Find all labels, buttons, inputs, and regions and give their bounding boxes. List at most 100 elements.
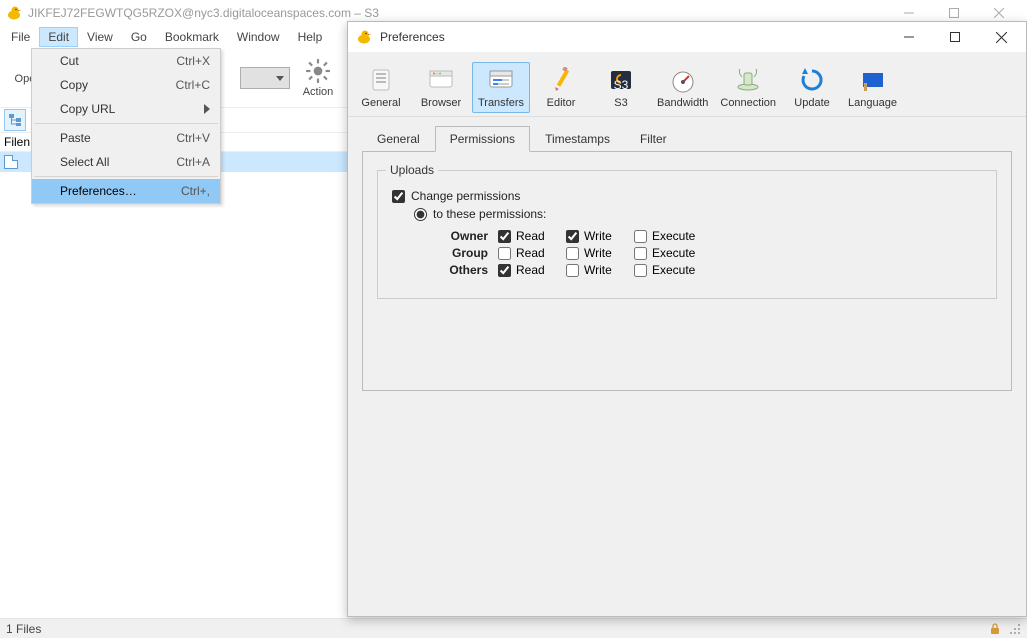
- dialog-toolbar: GeneralBrowserTransfersEditorS3S3Bandwid…: [348, 52, 1026, 117]
- permissions-grid: OwnerReadWriteExecuteGroupReadWriteExecu…: [436, 229, 982, 277]
- perm-cell-owner-execute: Execute: [634, 229, 702, 243]
- perm-checkbox-others-execute[interactable]: [634, 264, 647, 277]
- main-window-title: JIKFEJ72FEGWTQG5RZOX@nyc3.digitaloceansp…: [28, 6, 886, 20]
- perm-checkbox-owner-read[interactable]: [498, 230, 511, 243]
- menubar-item-edit[interactable]: Edit: [39, 27, 78, 47]
- perm-cell-owner-write: Write: [566, 229, 634, 243]
- perm-checkbox-owner-execute[interactable]: [634, 230, 647, 243]
- perm-checkbox-group-execute[interactable]: [634, 247, 647, 260]
- pref-section-label: General: [361, 97, 400, 109]
- pref-section-label: Editor: [547, 97, 576, 109]
- perm-checkbox-owner-write[interactable]: [566, 230, 579, 243]
- perm-checkbox-group-write[interactable]: [566, 247, 579, 260]
- pref-section-bandwidth[interactable]: Bandwidth: [652, 62, 713, 113]
- menu-item-shortcut: Ctrl+C: [176, 78, 210, 92]
- tab-timestamps[interactable]: Timestamps: [530, 126, 625, 152]
- pref-section-transfers[interactable]: Transfers: [472, 62, 530, 113]
- pref-section-editor[interactable]: Editor: [532, 62, 590, 113]
- menu-item-label: Copy: [60, 78, 88, 92]
- nav-combo[interactable]: [240, 67, 290, 89]
- perm-cell-group-read: Read: [498, 246, 566, 260]
- dialog-body: GeneralPermissionsTimestampsFilter Uploa…: [348, 117, 1026, 616]
- pref-section-s3[interactable]: S3S3: [592, 62, 650, 113]
- pref-section-label: Connection: [720, 97, 776, 109]
- perm-checkbox-others-write[interactable]: [566, 264, 579, 277]
- menu-item-shortcut: Ctrl+,: [181, 184, 210, 198]
- editor-icon: [546, 66, 576, 94]
- change-permissions-label: Change permissions: [411, 189, 520, 203]
- perm-col-label: Write: [584, 263, 612, 277]
- perm-cell-owner-read: Read: [498, 229, 566, 243]
- general-icon: [366, 66, 396, 94]
- tab-filter[interactable]: Filter: [625, 126, 682, 152]
- resize-grip-icon[interactable]: [1009, 623, 1021, 635]
- menubar-item-window[interactable]: Window: [228, 27, 289, 47]
- menu-item-copy[interactable]: Copy Ctrl+C: [32, 73, 220, 97]
- action-label: Action: [303, 86, 334, 98]
- perm-col-label: Execute: [652, 246, 695, 260]
- perm-row-label: Others: [436, 263, 488, 277]
- menu-item-shortcut: Ctrl+A: [176, 155, 210, 169]
- location-tree-button[interactable]: [4, 109, 26, 131]
- pref-section-label: Language: [848, 97, 897, 109]
- perm-row-others: OthersReadWriteExecute: [436, 263, 982, 277]
- chevron-right-icon: [204, 104, 210, 114]
- menu-item-label: Cut: [60, 54, 79, 68]
- menu-item-paste[interactable]: PasteCtrl+V: [32, 126, 220, 150]
- browser-icon: [426, 66, 456, 94]
- menubar-item-file[interactable]: File: [2, 27, 39, 47]
- transfers-icon: [486, 66, 516, 94]
- perm-col-label: Read: [516, 229, 545, 243]
- menubar-item-bookmark[interactable]: Bookmark: [156, 27, 228, 47]
- language-icon: [858, 66, 888, 94]
- pref-section-connection[interactable]: Connection: [715, 62, 781, 113]
- menubar-item-help[interactable]: Help: [289, 27, 332, 47]
- pref-section-label: Bandwidth: [657, 97, 708, 109]
- menu-item-shortcut: Ctrl+V: [176, 131, 210, 145]
- gear-icon: [305, 58, 331, 84]
- tab-general[interactable]: General: [362, 126, 435, 152]
- tab-permissions[interactable]: Permissions: [435, 126, 530, 152]
- action-tool[interactable]: Action: [294, 56, 342, 100]
- perm-cell-others-write: Write: [566, 263, 634, 277]
- dialog-duck-icon: [356, 29, 372, 45]
- menu-item-preferences[interactable]: Preferences…Ctrl+,: [32, 179, 220, 203]
- pref-section-browser[interactable]: Browser: [412, 62, 470, 113]
- pref-section-label: Browser: [421, 97, 461, 109]
- perm-cell-others-execute: Execute: [634, 263, 702, 277]
- dialog-minimize-button[interactable]: [886, 23, 932, 51]
- pref-section-language[interactable]: Language: [843, 62, 902, 113]
- edit-menu-dropdown: CutCtrl+X Copy Ctrl+C Copy URL PasteCtrl+VSe…: [31, 48, 221, 204]
- tab-panel-permissions: Uploads Change permissions to these perm…: [362, 151, 1012, 391]
- filename-column-header[interactable]: Filen: [4, 135, 30, 149]
- menubar-item-go[interactable]: Go: [122, 27, 156, 47]
- perm-checkbox-group-read[interactable]: [498, 247, 511, 260]
- dialog-close-button[interactable]: [978, 23, 1024, 51]
- update-icon: [797, 66, 827, 94]
- pref-section-label: S3: [614, 97, 627, 109]
- dialog-maximize-button[interactable]: [932, 23, 978, 51]
- pref-section-general[interactable]: General: [352, 62, 410, 113]
- change-permissions-checkbox[interactable]: [392, 190, 405, 203]
- menu-item-select-all[interactable]: Select AllCtrl+A: [32, 150, 220, 174]
- menu-separator: [34, 176, 218, 177]
- file-icon: [4, 155, 18, 169]
- dialog-titlebar: Preferences: [348, 22, 1026, 52]
- svg-text:S3: S3: [614, 78, 629, 92]
- perm-col-label: Execute: [652, 229, 695, 243]
- bandwidth-icon: [668, 66, 698, 94]
- pref-section-label: Transfers: [478, 97, 524, 109]
- to-these-permissions-radio[interactable]: [414, 208, 427, 221]
- dialog-title: Preferences: [380, 30, 886, 44]
- pref-section-update[interactable]: Update: [783, 62, 841, 113]
- tab-strip: GeneralPermissionsTimestampsFilter: [362, 125, 1012, 151]
- s3-icon: S3: [606, 66, 636, 94]
- uploads-group-label: Uploads: [386, 163, 438, 177]
- perm-cell-group-write: Write: [566, 246, 634, 260]
- to-these-permissions-label: to these permissions:: [433, 207, 546, 221]
- menu-item-cut[interactable]: CutCtrl+X: [32, 49, 220, 73]
- perm-checkbox-others-read[interactable]: [498, 264, 511, 277]
- perm-cell-group-execute: Execute: [634, 246, 702, 260]
- menubar-item-view[interactable]: View: [78, 27, 122, 47]
- menu-item-copy-url[interactable]: Copy URL: [32, 97, 220, 121]
